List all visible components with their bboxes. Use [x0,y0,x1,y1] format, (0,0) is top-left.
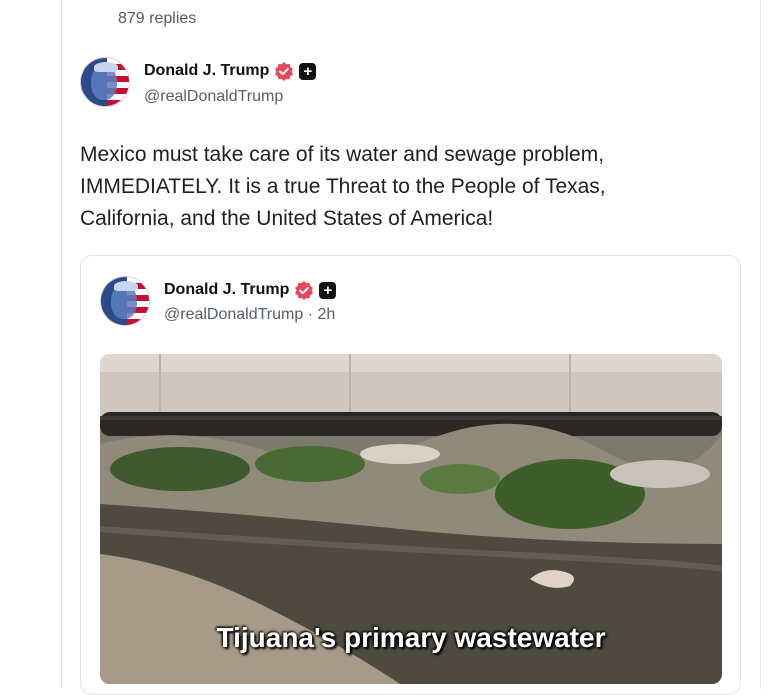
video-caption: Tijuana's primary wastewater [216,622,606,653]
plus-badge-icon: + [299,62,317,80]
author-name[interactable]: Donald J. Trump [144,62,269,80]
quoted-author-avatar[interactable] [100,276,150,326]
post-text-line: Mexico must take care of its water and s… [80,143,605,166]
verified-badge-icon [275,62,294,81]
author-avatar[interactable] [80,57,130,107]
quoted-author-name-row: Donald J. Trump + [164,280,337,300]
author-name-row: Donald J. Trump + [144,61,317,81]
quoted-author-handle-time[interactable]: @realDonaldTrump · 2h [164,306,335,324]
post-text-line: IMMEDIATELY. It is a true Threat to the … [80,175,606,198]
replies-count[interactable]: 879 replies [118,10,196,28]
post-text: Mexico must take care of its water and s… [80,139,700,235]
quoted-author-name[interactable]: Donald J. Trump [164,281,289,299]
video-player[interactable]: Tijuana's primary wastewater [100,354,722,684]
verified-badge-icon [295,281,314,300]
plus-badge-icon: + [319,281,337,299]
post-text-line: California, and the United States of Ame… [80,207,494,230]
author-handle[interactable]: @realDonaldTrump [144,88,283,106]
